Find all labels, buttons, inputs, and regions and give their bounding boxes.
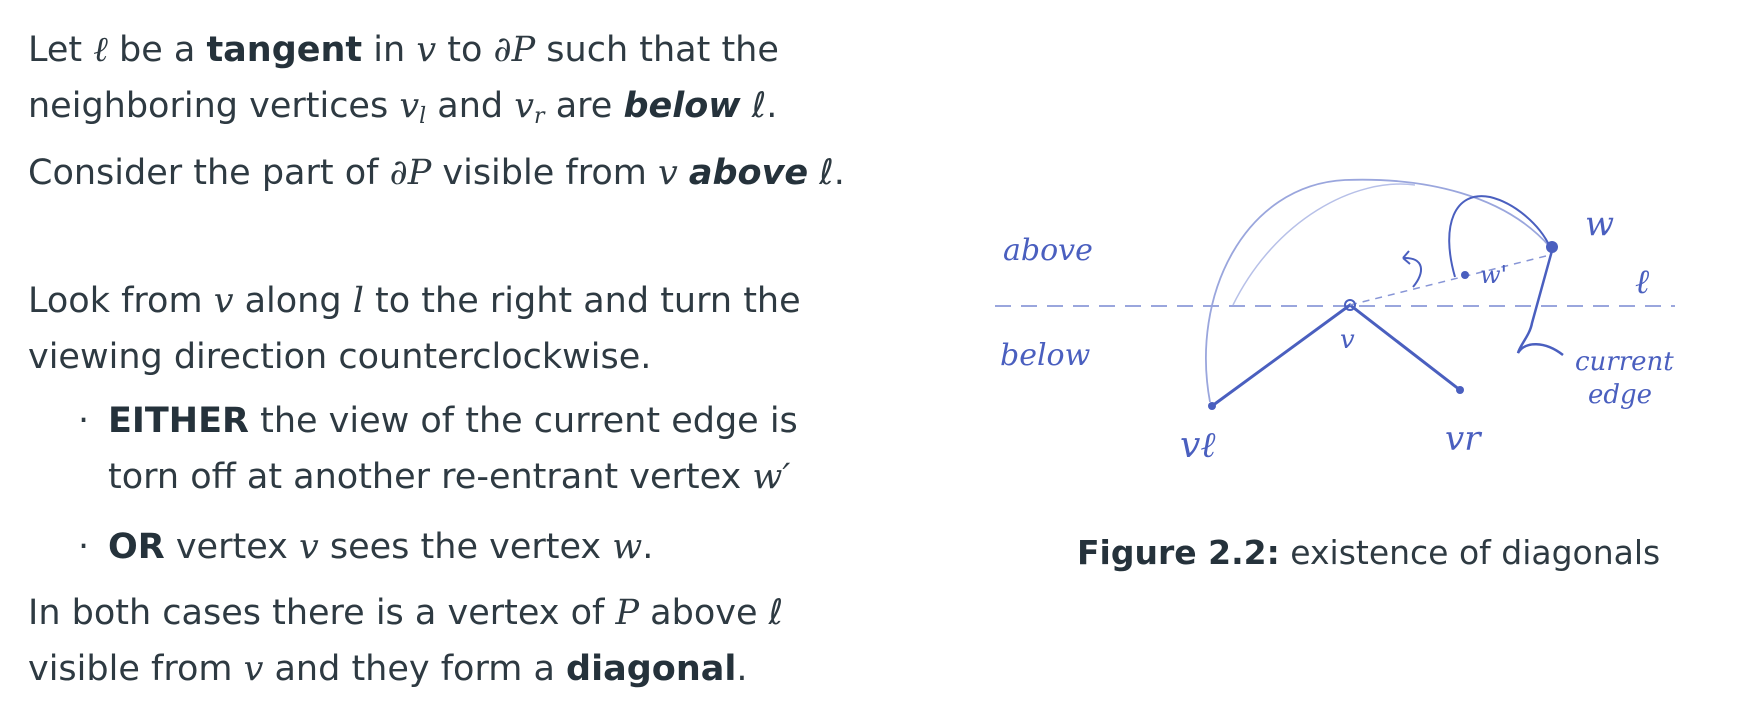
math-l: l xyxy=(352,281,364,321)
text-column: Let ℓ be a tangent in v to ∂P such that … xyxy=(28,22,908,697)
view-ray xyxy=(1349,254,1551,306)
math-boundary-p: ∂P xyxy=(389,153,432,193)
text-run: Let xyxy=(28,30,94,70)
label-above: above xyxy=(1003,233,1093,268)
bullet-dot: · xyxy=(78,401,90,441)
bullet-dot: · xyxy=(78,527,90,567)
term-either: EITHER xyxy=(108,401,249,441)
term-above: above xyxy=(688,153,809,193)
label-vr: vr xyxy=(1445,419,1482,459)
arc-outer xyxy=(1205,178,1551,403)
text-run: to the right and turn the xyxy=(363,281,801,321)
vertex-w xyxy=(1546,241,1558,253)
term-diagonal: diagonal xyxy=(566,649,737,689)
text-run: Look from xyxy=(28,281,214,321)
text-run: to xyxy=(436,30,494,70)
math-boundary-p: ∂P xyxy=(493,30,536,70)
label-ell: ℓ xyxy=(1635,262,1649,302)
current-edge xyxy=(1516,246,1564,356)
term-or: OR xyxy=(108,527,165,567)
label-v: v xyxy=(1340,325,1355,355)
figure-caption: Figure 2.2: existence of diagonals xyxy=(1077,533,1660,572)
text-run: Consider the part of xyxy=(28,153,390,193)
math-v: v xyxy=(243,649,264,689)
caption-label: Figure 2.2: xyxy=(1077,533,1280,572)
math-v: v xyxy=(514,86,535,126)
bullet-list: · EITHER the view of the current edge is… xyxy=(28,393,908,575)
vertex-w-prime xyxy=(1461,271,1469,279)
math-ell: ℓ xyxy=(93,30,108,70)
text-run: neighboring vertices xyxy=(28,86,400,126)
text-run: In both cases there is a vertex of xyxy=(28,593,616,633)
paragraph-look: Look from v along l to the right and tur… xyxy=(28,273,908,385)
text-run: . xyxy=(642,527,654,567)
text-run: visible from xyxy=(28,649,244,689)
text-run: vertex xyxy=(164,527,299,567)
polygon-edges xyxy=(1211,303,1461,408)
label-below: below xyxy=(1000,338,1091,373)
label-w: w xyxy=(1585,204,1614,244)
paragraph-conclusion: In both cases there is a vertex of P abo… xyxy=(28,585,908,697)
text-run: sees the vertex xyxy=(318,527,613,567)
vertex-vl xyxy=(1208,402,1216,410)
text-run: in xyxy=(362,30,417,70)
vertex-vr xyxy=(1456,386,1464,394)
math-v: v xyxy=(399,86,420,126)
term-tangent: tangent xyxy=(206,30,363,70)
bullet-or: · OR vertex v sees the vertex w. xyxy=(78,519,908,575)
figure-sketch: above below v vℓ vr w w' ℓ current edge xyxy=(995,178,1675,466)
figure-existence-of-diagonals: above below v vℓ vr w w' ℓ current edge … xyxy=(985,150,1738,580)
label-current: current xyxy=(1575,347,1674,377)
math-v: v xyxy=(657,153,678,193)
text-run: above ℓ xyxy=(639,593,784,633)
label-vl: vℓ xyxy=(1180,425,1215,466)
text-run: along xyxy=(233,281,353,321)
text-run: . xyxy=(736,649,748,689)
text-run: such that the xyxy=(535,30,779,70)
text-run: torn off at another re-entrant vertex xyxy=(108,457,753,497)
math-v: v xyxy=(298,527,319,567)
arc-inner xyxy=(1232,183,1416,306)
label-edge: edge xyxy=(1588,380,1652,410)
rotation-arrow xyxy=(1402,256,1422,288)
text-run: and they form a xyxy=(263,649,567,689)
caption-text: existence of diagonals xyxy=(1279,533,1661,572)
text-run: are xyxy=(544,86,624,126)
text-run: ℓ. xyxy=(808,153,845,193)
label-w-prime: w' xyxy=(1480,261,1507,289)
bullet-either: · EITHER the view of the current edge is… xyxy=(78,393,908,505)
math-w-prime: w′ xyxy=(752,457,791,497)
text-run: be a xyxy=(107,30,207,70)
math-p: P xyxy=(615,593,640,633)
text-run: and xyxy=(426,86,515,126)
text-run: visible from xyxy=(431,153,658,193)
text-run: ℓ. xyxy=(740,86,778,126)
math-w: w xyxy=(612,527,643,567)
text-run: viewing direction counterclockwise. xyxy=(28,337,652,377)
math-v: v xyxy=(213,281,234,321)
math-subscript-r: r xyxy=(534,104,545,129)
paragraph-tangent: Let ℓ be a tangent in v to ∂P such that … xyxy=(28,22,908,201)
text-run: the view of the current edge is xyxy=(248,401,798,441)
math-v: v xyxy=(416,30,437,70)
term-below: below xyxy=(623,86,741,126)
